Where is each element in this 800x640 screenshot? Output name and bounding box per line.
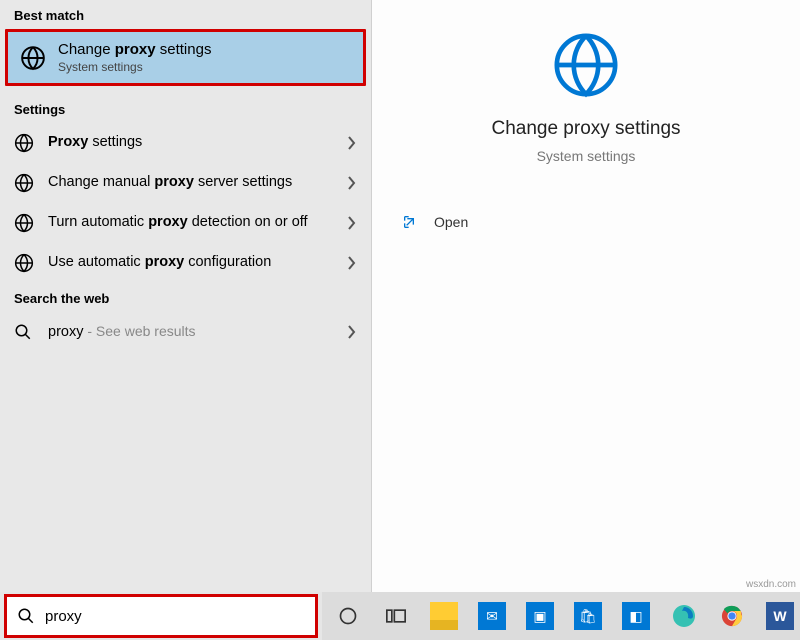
preview-title: Change proxy settings [491,118,680,140]
best-match-subtitle: System settings [58,60,211,74]
chevron-right-icon [347,176,357,190]
web-header: Search the web [0,283,371,312]
settings-item-auto-config[interactable]: Use automatic proxy configuration [0,243,371,283]
settings-item-manual-proxy[interactable]: Change manual proxy server settings [0,163,371,203]
preview-subtitle: System settings [537,148,636,164]
open-label: Open [434,214,468,230]
chevron-right-icon [347,136,357,150]
chrome-icon[interactable] [712,596,752,636]
edge-icon[interactable] [664,596,704,636]
chevron-right-icon [347,216,357,230]
photos-icon[interactable]: ▣ [520,596,560,636]
settings-header: Settings [0,94,371,123]
globe-icon [14,133,38,153]
settings-item-proxy[interactable]: Proxy settings [0,123,371,163]
web-result-proxy[interactable]: proxy - See web results [0,312,371,353]
search-input[interactable] [45,608,305,625]
taskbar: ✉ ▣ 🛍 ◧ W [0,592,800,640]
task-view-icon[interactable] [376,596,416,636]
word-icon[interactable]: W [760,596,800,636]
open-action[interactable]: Open [372,206,800,238]
search-icon [17,607,35,625]
store-icon[interactable]: 🛍 [568,596,608,636]
globe-icon [14,173,38,193]
globe-icon [14,253,38,273]
settings-item-auto-detect[interactable]: Turn automatic proxy detection on or off [0,203,371,243]
globe-icon [551,30,621,100]
globe-icon [14,213,38,233]
globe-icon [20,45,50,71]
cortana-icon[interactable] [328,596,368,636]
tile-icon[interactable]: ◧ [616,596,656,636]
chevron-right-icon [347,256,357,270]
watermark: wsxdn.com [746,579,796,590]
search-results-panel: Best match Change proxy settings System … [0,0,372,592]
file-explorer-icon[interactable] [424,596,464,636]
best-match-title: Change proxy settings [58,41,211,58]
taskbar-search[interactable] [4,594,318,638]
preview-panel: Change proxy settings System settings Op… [372,0,800,592]
settings-item-label: Change manual proxy server settings [48,173,347,193]
settings-item-label: Turn automatic proxy detection on or off [48,213,347,233]
best-match-text: Change proxy settings System settings [58,41,211,74]
settings-item-label: Proxy settings [48,133,347,153]
chevron-right-icon [347,325,357,339]
taskbar-icons: ✉ ▣ 🛍 ◧ W [322,592,800,640]
best-match-item[interactable]: Change proxy settings System settings [5,29,366,86]
open-icon [402,214,418,230]
best-match-header: Best match [0,0,371,29]
settings-item-label: Use automatic proxy configuration [48,253,347,273]
mail-icon[interactable]: ✉ [472,596,512,636]
search-icon [14,323,38,341]
web-result-label: proxy - See web results [48,322,347,343]
